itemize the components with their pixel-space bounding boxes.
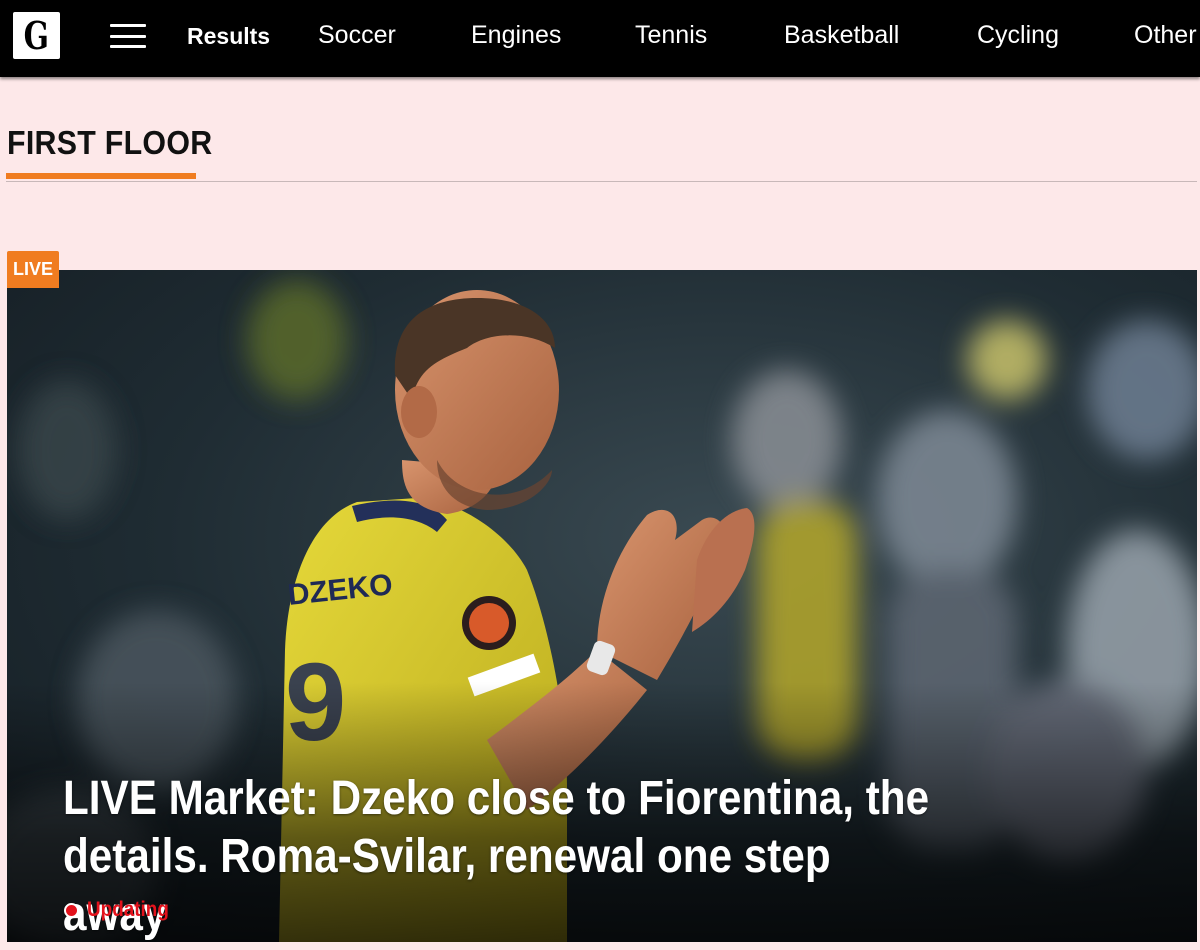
nav-item-cycling[interactable]: Cycling <box>977 20 1059 50</box>
section-title-underline <box>6 173 196 179</box>
site-logo[interactable]: G <box>13 12 60 59</box>
logo-letter: G <box>23 12 50 58</box>
live-status: Updating <box>64 898 178 922</box>
hero-headline[interactable]: LIVE Market: Dzeko close to Fiorentina, … <box>63 770 943 942</box>
nav-item-tennis[interactable]: Tennis <box>635 20 707 50</box>
section-divider <box>6 181 1197 182</box>
nav-item-basketball[interactable]: Basketball <box>784 20 899 50</box>
top-navigation-bar: G Results Soccer Engines Tennis Basketba… <box>0 0 1200 77</box>
nav-item-results[interactable]: Results <box>187 21 270 51</box>
nav-item-soccer[interactable]: Soccer <box>318 20 396 50</box>
nav-item-other[interactable]: Other <box>1134 20 1197 50</box>
hero-article-card[interactable]: 9 DZEKO LIVE Market: Dzeko close to Fior… <box>7 270 1197 942</box>
hamburger-menu-icon[interactable] <box>110 24 146 48</box>
live-dot-icon <box>64 902 79 918</box>
nav-item-engines[interactable]: Engines <box>471 20 561 50</box>
status-label: Updating <box>87 898 169 921</box>
section-title: FIRST FLOOR <box>7 124 213 161</box>
live-badge: LIVE <box>7 251 59 288</box>
